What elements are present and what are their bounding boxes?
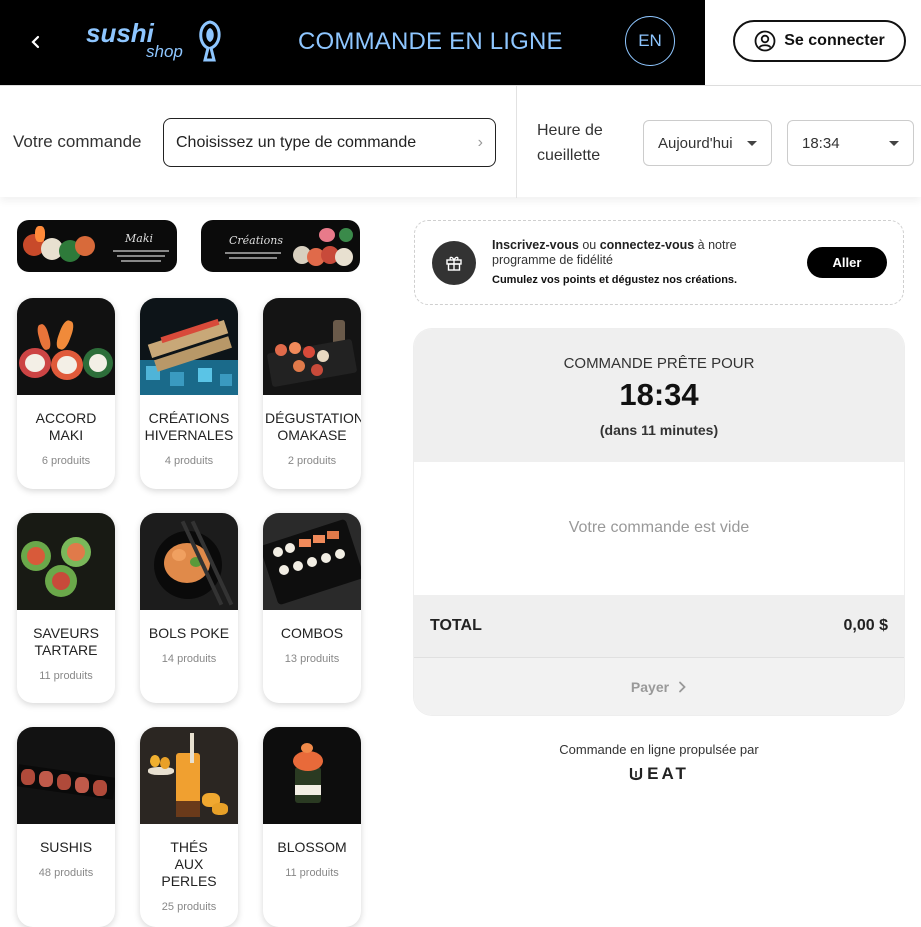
- ready-time: 18:34: [619, 377, 699, 412]
- pickup-day-value: Aujourd'hui: [658, 134, 733, 152]
- category-name: BLOSSOM: [277, 839, 347, 855]
- category-photo: [263, 513, 361, 610]
- category-name: SAVEURS TARTARE: [33, 625, 99, 658]
- total-row: TOTAL 0,00 $: [414, 595, 904, 658]
- connect-link[interactable]: connectez-vous: [600, 238, 694, 252]
- category-card[interactable]: SAVEURS TARTARE 11 produits: [17, 513, 115, 703]
- category-photo: [140, 727, 238, 824]
- promo-banner-creations[interactable]: Créations: [201, 220, 360, 272]
- category-card[interactable]: ACCORD MAKI 6 produits: [17, 298, 115, 489]
- pickup-time-label: Heure de cueillette: [537, 122, 603, 164]
- loyalty-text: Inscrivez-vous ou connectez-vous à notre…: [492, 238, 772, 268]
- ueat-brand: EAT: [647, 764, 689, 783]
- category-photo: [17, 513, 115, 610]
- chevron-right-icon: ›: [477, 133, 483, 151]
- category-name: ACCORD MAKI: [35, 410, 97, 443]
- pickup-time-select[interactable]: 18:34: [787, 120, 914, 166]
- loyalty-go-button[interactable]: Aller: [807, 247, 887, 278]
- category-count: 2 produits: [287, 455, 337, 467]
- loyalty-subtitle: Cumulez vos points et dégustez nos créat…: [492, 274, 738, 286]
- category-name: THÉS AUX PERLES: [161, 839, 217, 889]
- sushi-shop-logo[interactable]: sushi shop: [86, 18, 238, 64]
- ueat-u-icon: [630, 768, 643, 781]
- category-card[interactable]: SUSHIS 48 produits: [17, 727, 115, 927]
- top-header: sushi shop COMMANDE EN LIGNE EN Se conne…: [0, 0, 921, 85]
- category-count: 11 produits: [39, 670, 93, 682]
- total-label: TOTAL: [430, 617, 482, 634]
- category-card[interactable]: COMBOS 13 produits: [263, 513, 361, 703]
- order-options-bar: Votre commande Choisissez un type de com…: [0, 85, 921, 198]
- category-photo: [17, 727, 115, 824]
- category-card[interactable]: BOLS POKE 14 produits: [140, 513, 238, 703]
- category-photo: [140, 513, 238, 610]
- total-value: 0,00 $: [843, 617, 888, 634]
- category-photo: [263, 298, 361, 395]
- cart-header: COMMANDE PRÊTE POUR 18:34 (dans 11 minut…: [414, 329, 904, 462]
- category-photo: [263, 727, 361, 824]
- category-count: 4 produits: [164, 455, 214, 467]
- login-button[interactable]: Se connecter: [733, 20, 906, 62]
- bar-divider: [516, 86, 517, 198]
- svg-text:sushi: sushi: [86, 18, 155, 48]
- language-toggle[interactable]: EN: [625, 16, 675, 66]
- category-name: CRÉATIONS HIVERNALES: [144, 410, 234, 443]
- ready-minutes: (dans 11 minutes): [599, 422, 719, 438]
- caret-down-icon: [889, 140, 899, 146]
- category-card[interactable]: THÉS AUX PERLES 25 produits: [140, 727, 238, 927]
- back-button[interactable]: [22, 28, 50, 56]
- category-photo: [140, 298, 238, 395]
- page-title: COMMANDE EN LIGNE: [298, 28, 563, 55]
- category-count: 25 produits: [161, 901, 217, 913]
- chevron-right-icon: [679, 681, 686, 692]
- category-card[interactable]: BLOSSOM 11 produits: [263, 727, 361, 927]
- category-name: SUSHIS: [39, 839, 93, 855]
- category-name: BOLS POKE: [148, 625, 230, 641]
- loyalty-or: ou: [578, 238, 600, 252]
- category-name: DÉGUSTATION OMAKASE: [265, 410, 361, 443]
- ueat-logo[interactable]: EAT: [414, 764, 904, 784]
- pay-label: Payer: [630, 678, 670, 695]
- pickup-day-select[interactable]: Aujourd'hui: [643, 120, 772, 166]
- category-count: 14 produits: [161, 653, 217, 665]
- cart-panel: COMMANDE PRÊTE POUR 18:34 (dans 11 minut…: [414, 329, 904, 715]
- svg-text:shop: shop: [146, 42, 183, 61]
- order-label: Votre commande: [13, 132, 142, 151]
- pay-button[interactable]: Payer: [414, 658, 904, 715]
- category-count: 6 produits: [41, 455, 91, 467]
- caret-down-icon: [747, 140, 757, 146]
- category-count: 13 produits: [284, 653, 340, 665]
- category-count: 48 produits: [38, 867, 94, 879]
- gift-icon: [432, 241, 476, 285]
- promo-banner-maki[interactable]: Maki: [17, 220, 177, 272]
- category-photo: [17, 298, 115, 395]
- user-circle-icon: [754, 30, 776, 52]
- signup-link[interactable]: Inscrivez-vous: [492, 238, 579, 252]
- order-type-placeholder: Choisissez un type de commande: [176, 133, 417, 151]
- order-type-select[interactable]: Choisissez un type de commande ›: [163, 118, 496, 167]
- login-label: Se connecter: [784, 32, 885, 49]
- ready-label: COMMANDE PRÊTE POUR: [563, 355, 755, 372]
- chevron-left-icon: [31, 35, 40, 49]
- category-name: COMBOS: [280, 625, 344, 641]
- empty-cart-message: Votre commande est vide: [568, 519, 750, 536]
- loyalty-box: Inscrivez-vous ou connectez-vous à notre…: [414, 220, 904, 305]
- category-count: 11 produits: [285, 867, 339, 879]
- powered-by-text: Commande en ligne propulsée par: [559, 742, 759, 757]
- category-card[interactable]: CRÉATIONS HIVERNALES 4 produits: [140, 298, 238, 489]
- category-card[interactable]: DÉGUSTATION OMAKASE 2 produits: [263, 298, 361, 489]
- pickup-time-value: 18:34: [802, 134, 840, 152]
